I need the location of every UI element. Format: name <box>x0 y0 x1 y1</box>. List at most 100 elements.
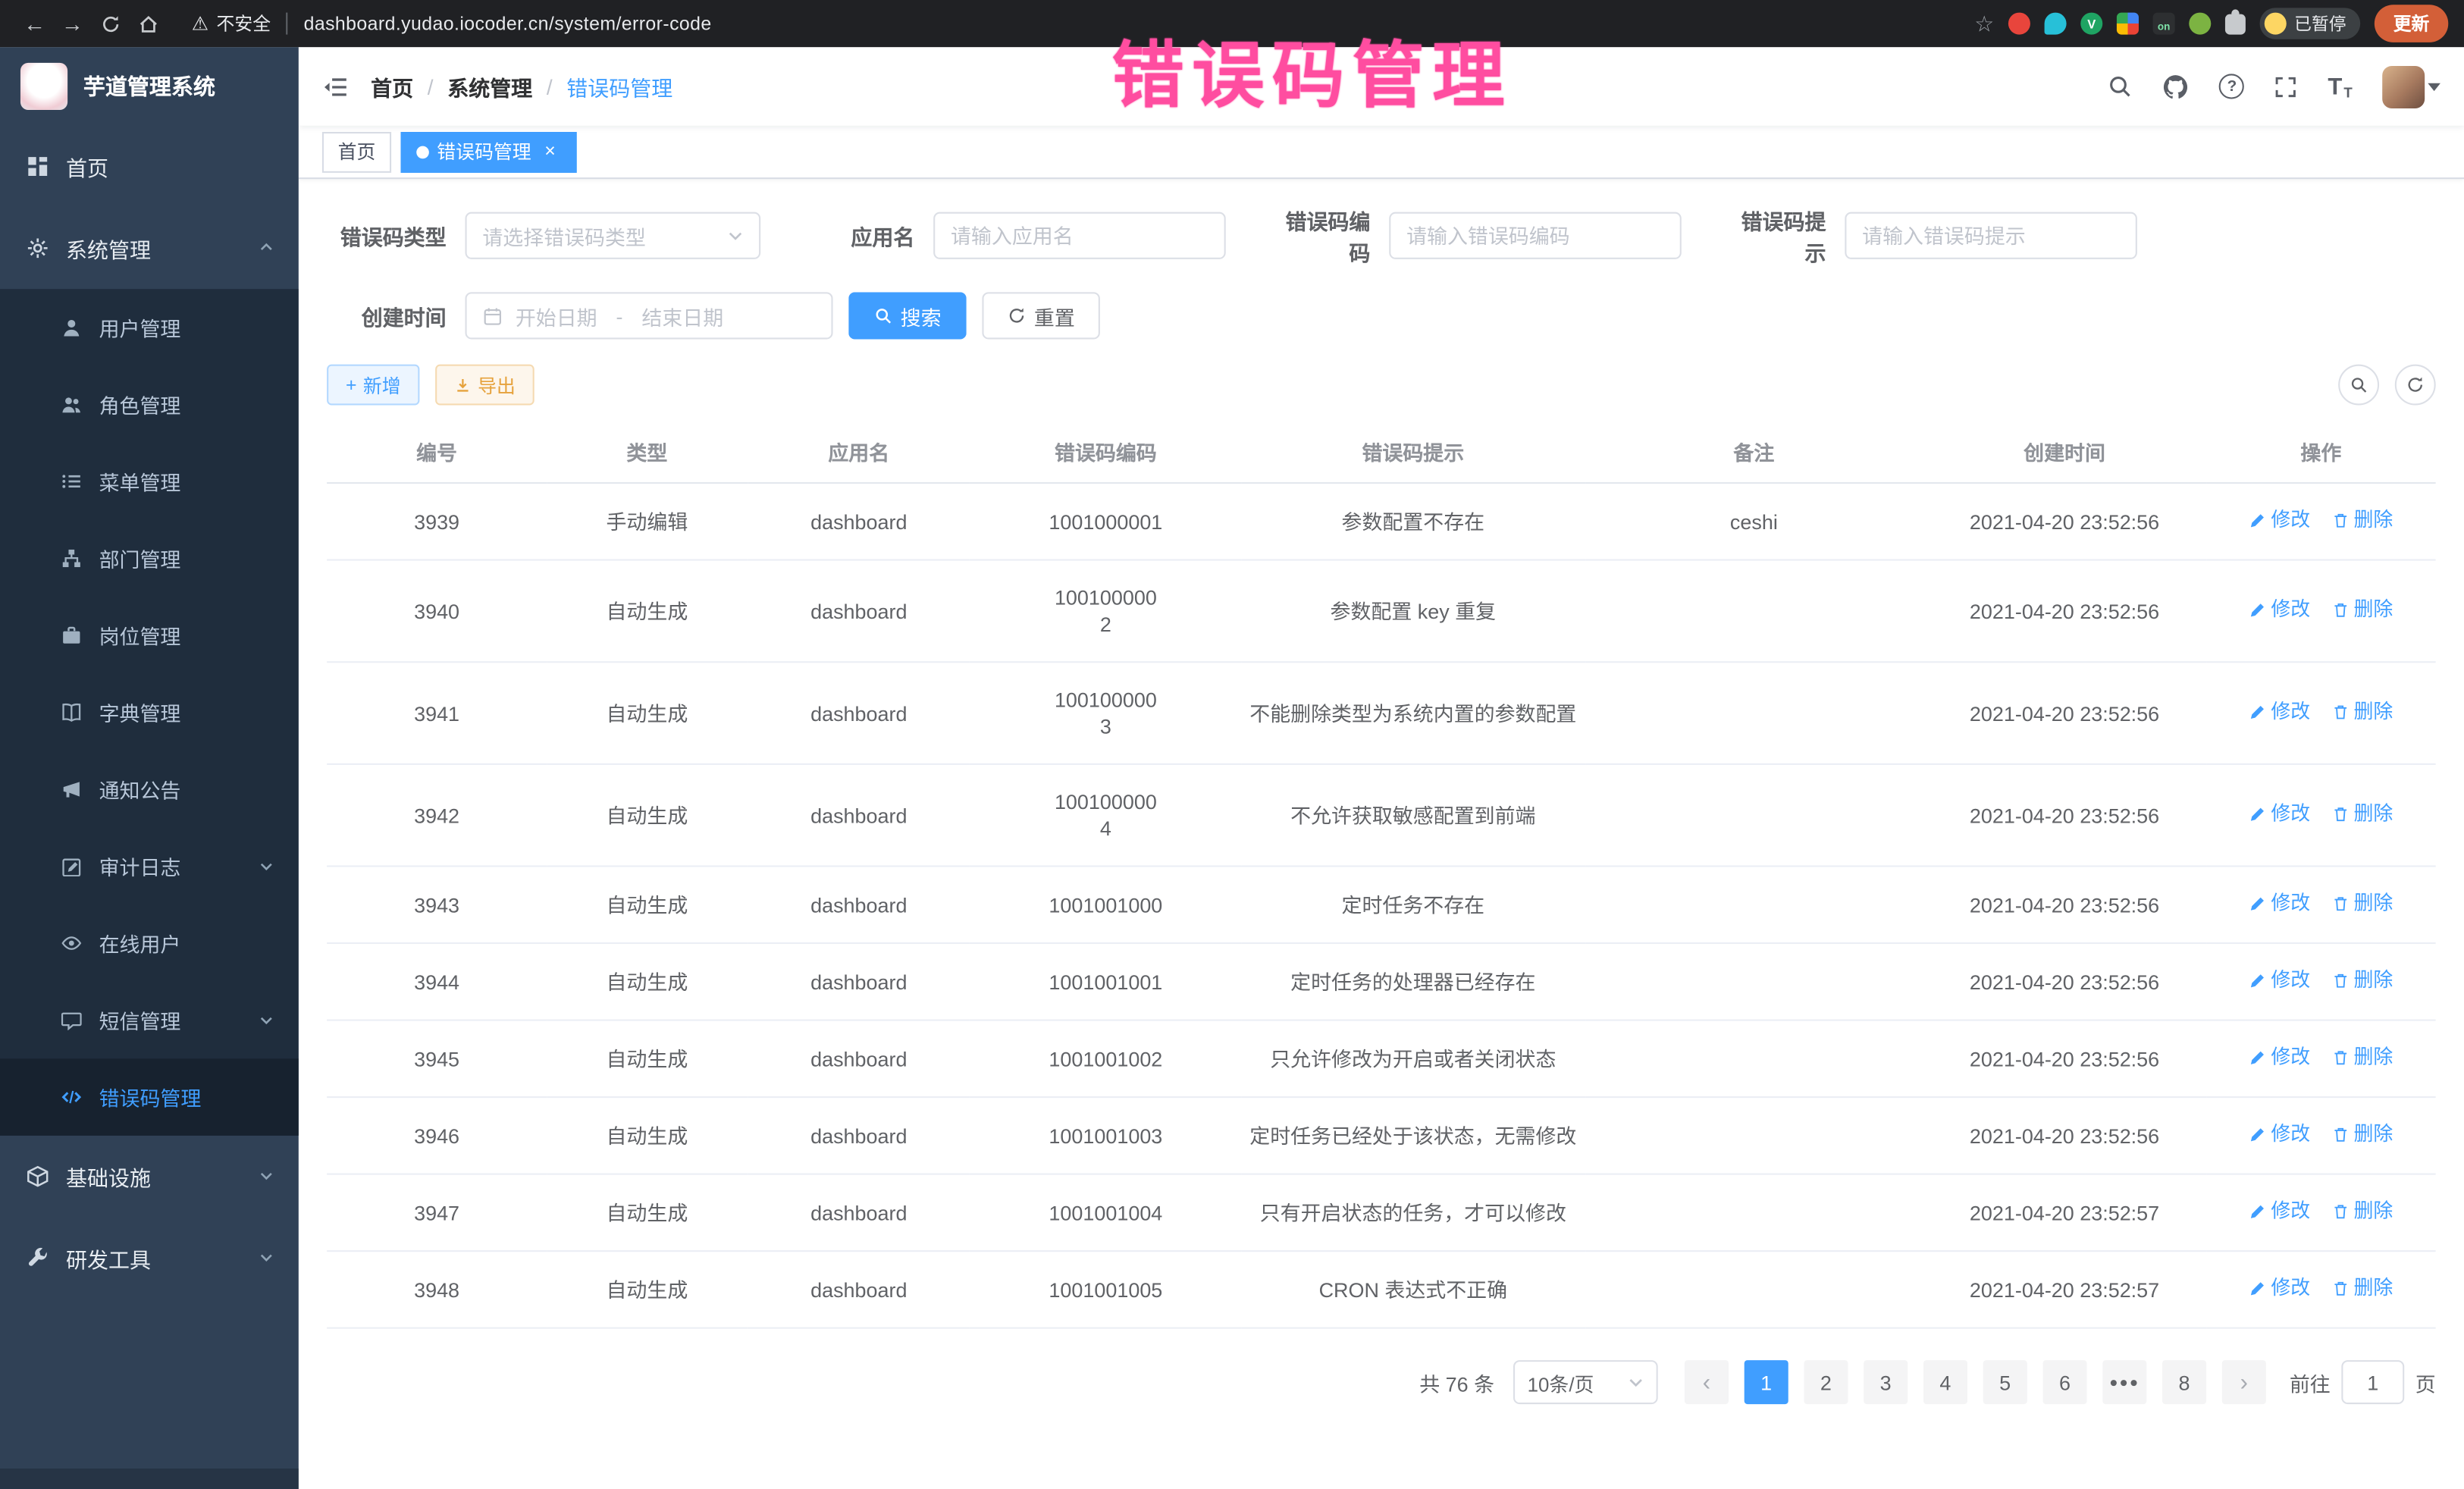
browser-update-button[interactable]: 更新 <box>2375 5 2448 42</box>
extensions-puzzle-icon[interactable] <box>2225 14 2246 34</box>
user-avatar[interactable] <box>2382 65 2440 108</box>
tab-error-code-management[interactable]: 错误码管理 × <box>401 131 577 172</box>
sidebar-collapse-bar[interactable] <box>0 1469 299 1489</box>
export-button[interactable]: 导出 <box>435 365 534 406</box>
cell-app: dashboard <box>748 662 970 764</box>
sidebar-item-infrastructure[interactable]: 基础设施 <box>0 1136 299 1218</box>
page-size-select[interactable]: 10条/页 <box>1513 1360 1658 1404</box>
prev-page-button[interactable]: ‹ <box>1685 1360 1729 1404</box>
tab-home[interactable]: 首页 <box>322 131 391 172</box>
delete-label: 删除 <box>2353 801 2393 828</box>
page-button-5[interactable]: 5 <box>1983 1360 2027 1404</box>
delete-link[interactable]: 删除 <box>2331 1045 2393 1071</box>
delete-link[interactable]: 删除 <box>2331 699 2393 726</box>
font-size-icon[interactable]: TT <box>2328 73 2352 99</box>
error-code-input[interactable] <box>1406 224 1664 247</box>
extension-icon-green-v[interactable]: V <box>2080 13 2102 35</box>
sidebar-item-online-users[interactable]: 在线用户 <box>0 904 299 982</box>
sidebar-item-user-management[interactable]: 用户管理 <box>0 289 299 366</box>
app-name-input[interactable] <box>951 224 1208 247</box>
security-indicator[interactable]: ⚠ 不安全 <box>192 11 271 36</box>
back-icon[interactable]: ← <box>16 5 54 42</box>
edit-link[interactable]: 修改 <box>2249 967 2310 994</box>
sidebar-item-dept-management[interactable]: 部门管理 <box>0 520 299 597</box>
reload-icon[interactable] <box>91 5 129 42</box>
extension-icon-grid[interactable] <box>2117 13 2139 35</box>
goto-page-input[interactable] <box>2341 1360 2404 1404</box>
profile-paused-chip[interactable]: 已暂停 <box>2260 8 2361 39</box>
edit-link[interactable]: 修改 <box>2249 1121 2310 1148</box>
extension-icon-on-badge[interactable]: on <box>2153 13 2175 35</box>
edit-link[interactable]: 修改 <box>2249 1045 2310 1071</box>
sidebar-item-post-management[interactable]: 岗位管理 <box>0 597 299 674</box>
delete-link[interactable]: 删除 <box>2331 507 2393 534</box>
sidebar-item-menu-management[interactable]: 菜单管理 <box>0 443 299 520</box>
gear-icon <box>25 237 49 260</box>
delete-link[interactable]: 删除 <box>2331 1275 2393 1302</box>
extension-icon-teal[interactable] <box>2045 13 2067 35</box>
breadcrumb-item[interactable]: 系统管理 <box>447 71 532 102</box>
sidebar: 芋道管理系统 首页 系统管理 用户管理 <box>0 47 299 1489</box>
page-button-2[interactable]: 2 <box>1804 1360 1848 1404</box>
more-pages-button[interactable]: ●●● <box>2102 1360 2146 1404</box>
error-type-select[interactable]: 请选择错误码类型 <box>466 212 761 259</box>
table-row: 3940 自动生成 dashboard 100100000 2 参数配置 key… <box>327 560 2436 663</box>
home-icon[interactable] <box>129 5 167 42</box>
sidebar-item-dict-management[interactable]: 字典管理 <box>0 674 299 751</box>
close-icon[interactable]: × <box>539 140 561 162</box>
edit-link[interactable]: 修改 <box>2249 597 2310 623</box>
sidebar-item-label: 在线用户 <box>99 928 181 958</box>
delete-link[interactable]: 删除 <box>2331 891 2393 917</box>
sidebar-item-role-management[interactable]: 角色管理 <box>0 366 299 444</box>
app-logo[interactable]: 芋道管理系统 <box>0 47 299 126</box>
delete-link[interactable]: 删除 <box>2331 597 2393 623</box>
edit-link[interactable]: 修改 <box>2249 891 2310 917</box>
breadcrumb-item[interactable]: 首页 <box>371 71 413 102</box>
chevron-down-icon <box>259 858 274 873</box>
address-bar[interactable]: dashboard.yudao.iocoder.cn/system/error-… <box>304 13 712 35</box>
delete-link[interactable]: 删除 <box>2331 1199 2393 1225</box>
screen: ← → ⚠ 不安全 dashboard.yudao.iocoder.cn/sys… <box>0 0 2464 1489</box>
delete-link[interactable]: 删除 <box>2331 1121 2393 1148</box>
sidebar-item-audit-log[interactable]: 审计日志 <box>0 828 299 905</box>
help-icon[interactable]: ? <box>2219 74 2244 99</box>
next-page-button[interactable]: › <box>2222 1360 2266 1404</box>
error-message-label: 错误码提示 <box>1723 204 1845 267</box>
extension-icon-red[interactable] <box>2008 13 2030 35</box>
edit-link[interactable]: 修改 <box>2249 1275 2310 1302</box>
search-button[interactable]: 搜索 <box>848 292 966 339</box>
search-icon[interactable] <box>2108 74 2133 99</box>
github-icon[interactable] <box>2163 73 2190 99</box>
edit-link[interactable]: 修改 <box>2249 801 2310 828</box>
date-range-picker[interactable]: 开始日期 - 结束日期 <box>466 292 833 339</box>
refresh-button[interactable] <box>2395 365 2436 406</box>
sidebar-item-home[interactable]: 首页 <box>0 126 299 208</box>
extension-icon-green[interactable] <box>2189 13 2211 35</box>
error-message-input[interactable] <box>1862 224 2120 247</box>
page-button-8[interactable]: 8 <box>2162 1360 2206 1404</box>
page-button-6[interactable]: 6 <box>2042 1360 2086 1404</box>
edit-link[interactable]: 修改 <box>2249 507 2310 534</box>
delete-link[interactable]: 删除 <box>2331 967 2393 994</box>
edit-link[interactable]: 修改 <box>2249 1199 2310 1225</box>
sidebar-item-system-management[interactable]: 系统管理 <box>0 207 299 289</box>
toggle-search-button[interactable] <box>2338 365 2379 406</box>
sidebar-item-notice[interactable]: 通知公告 <box>0 751 299 828</box>
page-button-1[interactable]: 1 <box>1745 1360 1788 1404</box>
code-icon <box>60 1086 83 1109</box>
fullscreen-icon[interactable] <box>2274 74 2298 98</box>
sidebar-item-sms-management[interactable]: 短信管理 <box>0 982 299 1059</box>
page-button-3[interactable]: 3 <box>1864 1360 1908 1404</box>
forward-icon[interactable]: → <box>53 5 91 42</box>
sidebar-item-error-code-management[interactable]: 错误码管理 <box>0 1058 299 1136</box>
hamburger-fold-icon[interactable] <box>322 73 349 99</box>
edit-link[interactable]: 修改 <box>2249 699 2310 726</box>
cell-type: 自动生成 <box>547 1020 748 1098</box>
add-button[interactable]: + 新增 <box>327 365 419 406</box>
page-button-4[interactable]: 4 <box>1923 1360 1967 1404</box>
sidebar-item-dev-tools[interactable]: 研发工具 <box>0 1218 299 1299</box>
cell-type: 自动生成 <box>547 662 748 764</box>
delete-link[interactable]: 删除 <box>2331 801 2393 828</box>
reset-button[interactable]: 重置 <box>982 292 1099 339</box>
bookmark-star-icon[interactable]: ☆ <box>1974 10 1994 36</box>
